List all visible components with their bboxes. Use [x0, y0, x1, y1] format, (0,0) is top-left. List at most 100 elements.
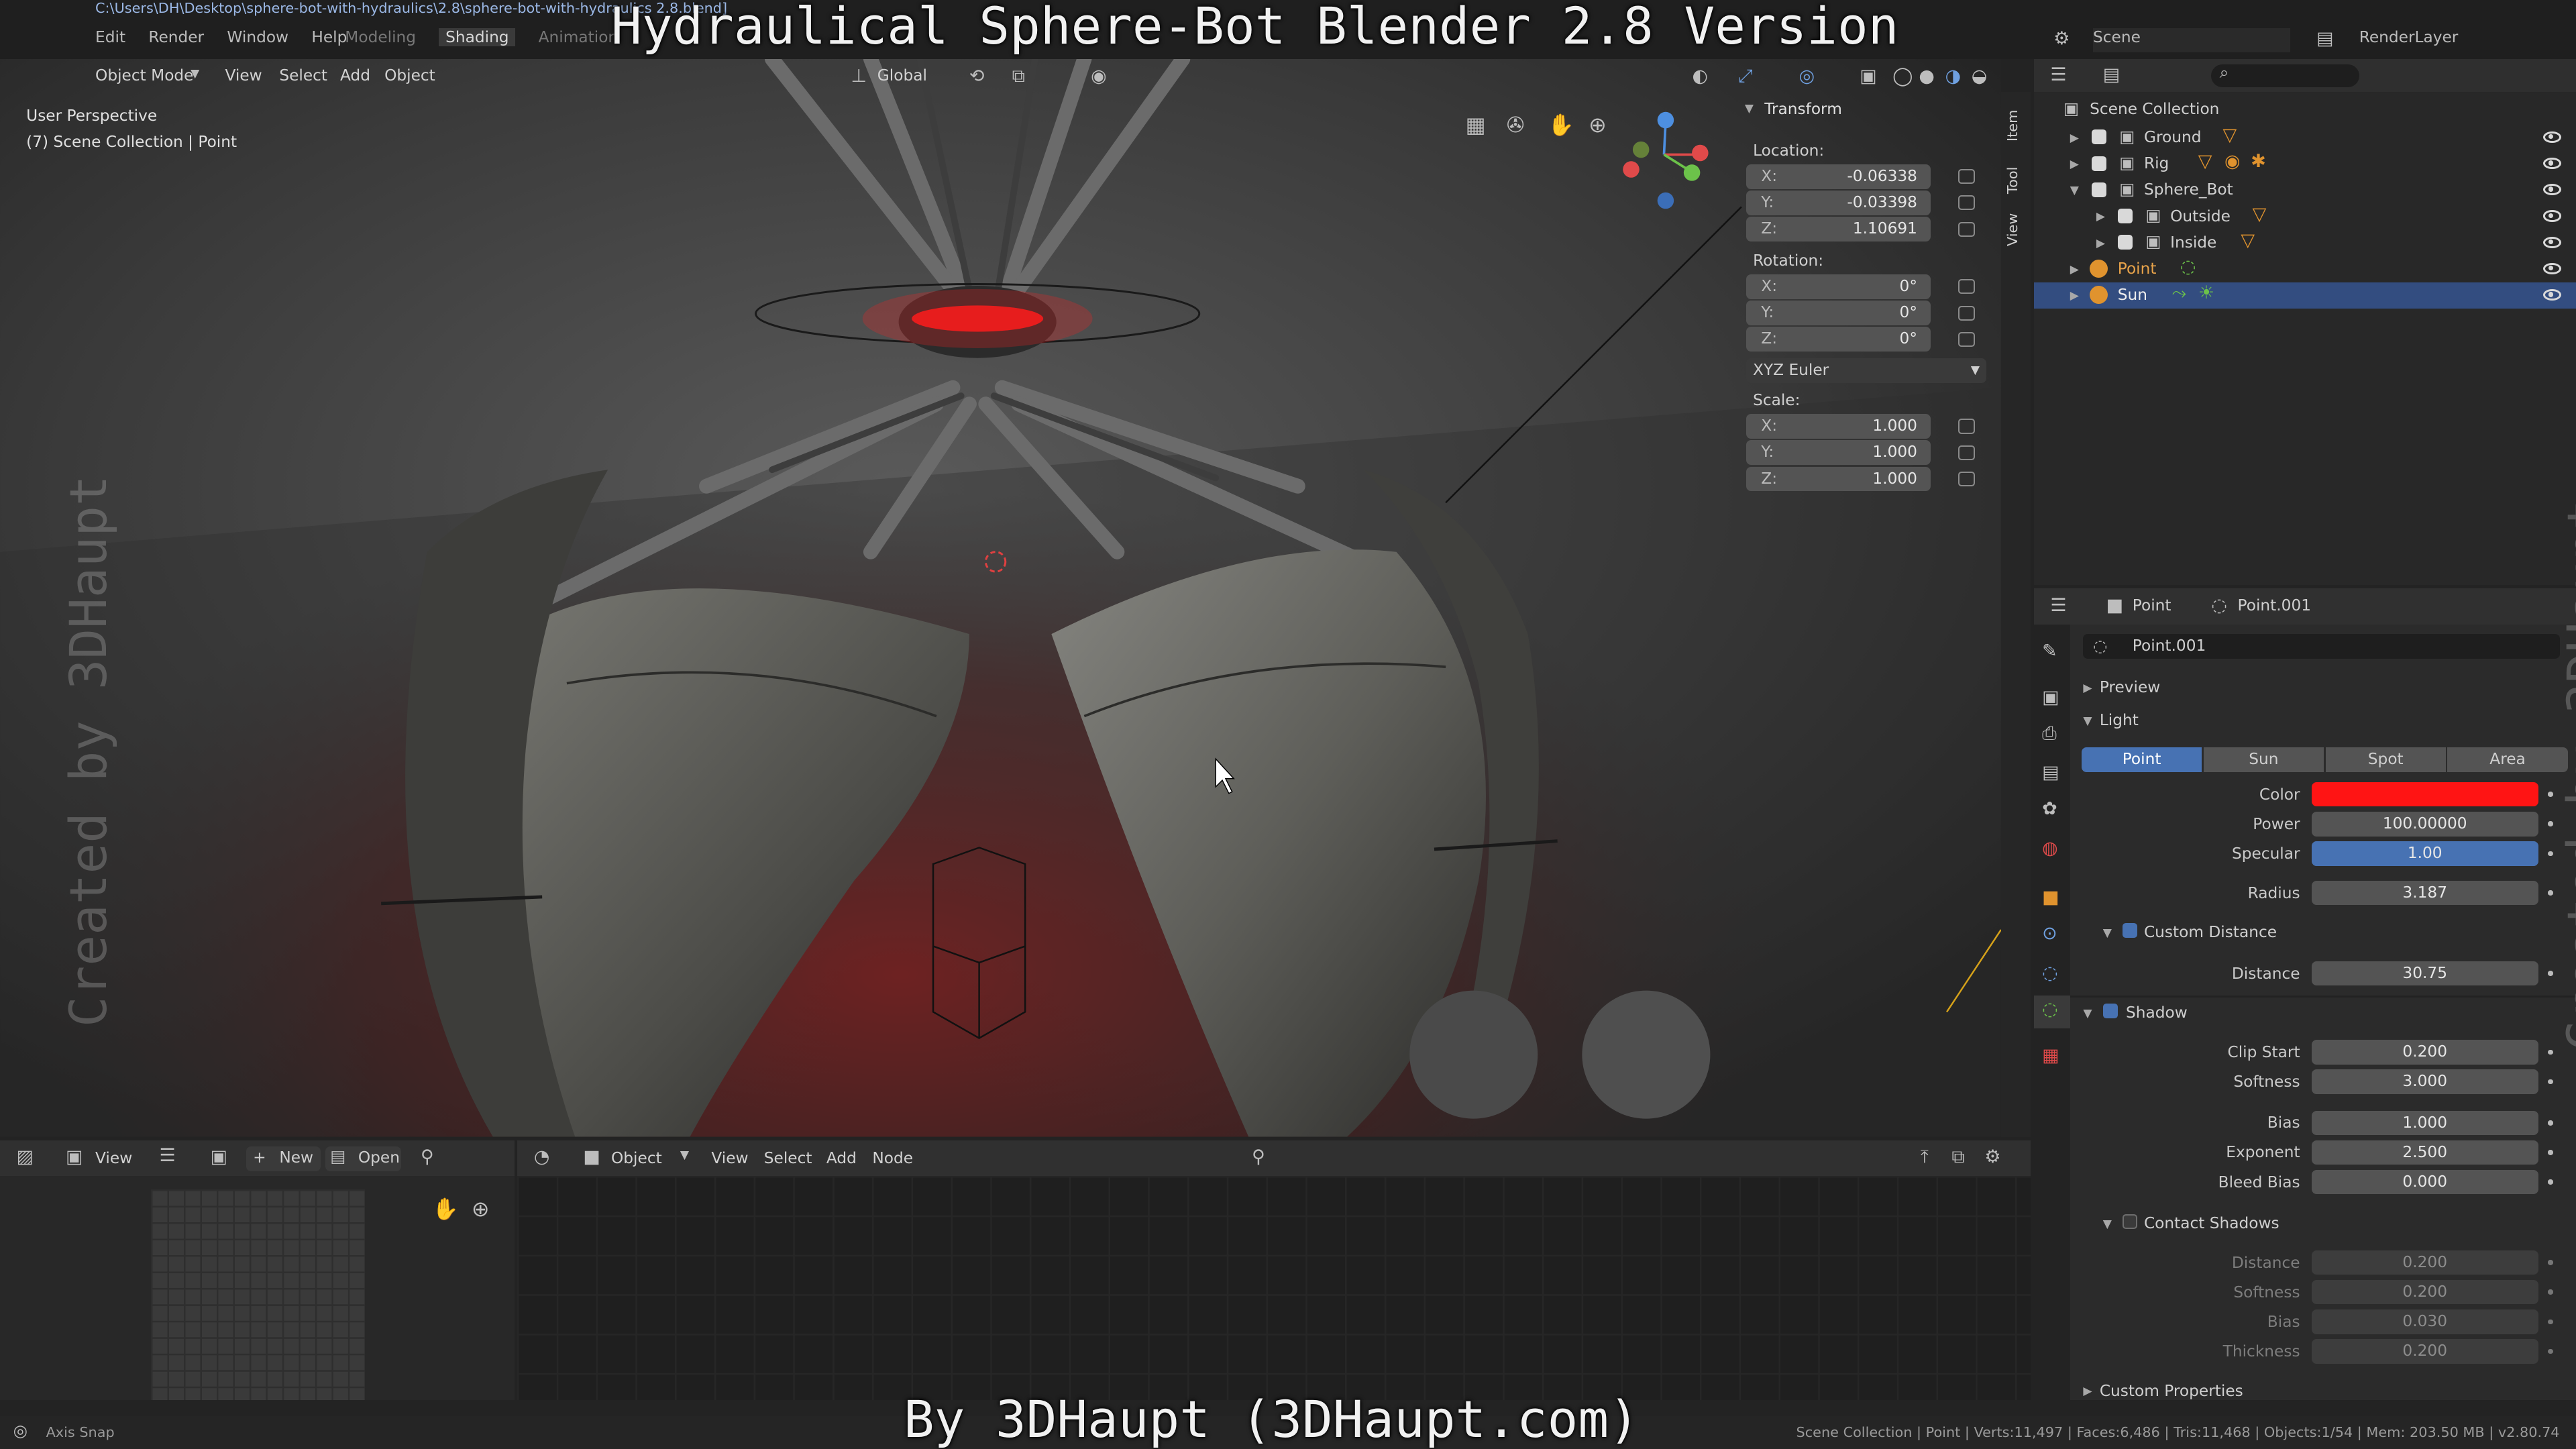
- light-data-tab-icon[interactable]: ◌: [2042, 999, 2058, 1020]
- node-menu-view[interactable]: View: [711, 1146, 748, 1171]
- specular-slider[interactable]: 1.00: [2311, 841, 2538, 866]
- tab-shading[interactable]: Shading: [439, 28, 516, 46]
- editor-type-icon[interactable]: ☰: [2050, 595, 2066, 616]
- lock-icon[interactable]: [1958, 221, 1975, 237]
- scale-z-field[interactable]: Z: 1.000: [1746, 466, 1931, 492]
- shadow-checkbox[interactable]: [2102, 1004, 2118, 1019]
- transform-header[interactable]: Transform: [1764, 100, 1842, 118]
- hand-pan-icon[interactable]: ✋: [1548, 112, 1574, 138]
- keyframe-dot[interactable]: [2548, 971, 2553, 976]
- color-swatch[interactable]: [2311, 782, 2538, 807]
- keyframe-dot[interactable]: [2548, 821, 2553, 826]
- keyframe-dot[interactable]: [2548, 851, 2553, 856]
- checkbox[interactable]: [2091, 182, 2106, 197]
- datablock-selector[interactable]: Point.001: [2083, 634, 2560, 659]
- distance-field[interactable]: 30.75: [2311, 961, 2538, 986]
- lock-icon[interactable]: [1958, 305, 1975, 321]
- view-layer-tab-icon[interactable]: ▤: [2042, 762, 2059, 783]
- viewport-menu-object[interactable]: Object: [384, 64, 435, 89]
- exponent-field[interactable]: 2.500: [2311, 1140, 2538, 1165]
- object-mode-dropdown[interactable]: Object Mode: [95, 64, 193, 89]
- display-mode-icon[interactable]: ▤: [2103, 64, 2120, 85]
- outliner-row-selected[interactable]: ▶ Sun ⤳ ☀: [2033, 282, 2576, 309]
- solid-shading-icon[interactable]: ●: [1919, 66, 1935, 87]
- outliner-row[interactable]: ▶ Point ◌: [2034, 256, 2576, 282]
- viewport-menu-add[interactable]: Add: [340, 64, 370, 89]
- output-tab-icon[interactable]: ⎙: [2042, 723, 2057, 745]
- lock-icon[interactable]: [1958, 419, 1975, 434]
- tab-view[interactable]: View: [2004, 213, 2021, 246]
- keyframe-dot[interactable]: [2548, 1260, 2553, 1265]
- pin-icon[interactable]: ⚲: [1252, 1146, 1265, 1167]
- light-type-sun[interactable]: Sun: [2203, 747, 2324, 773]
- wireframe-shading-icon[interactable]: ◯: [1892, 66, 1913, 87]
- menu-render[interactable]: Render: [148, 28, 204, 46]
- navigation-gizmo[interactable]: [1615, 105, 1713, 214]
- eye-icon[interactable]: [2543, 210, 2561, 222]
- zoom-icon[interactable]: ⊕: [1589, 112, 1607, 138]
- scene-selector[interactable]: Scene: [2093, 28, 2290, 53]
- keyframe-dot[interactable]: [2548, 1179, 2553, 1185]
- image-menu-view[interactable]: View: [95, 1146, 132, 1171]
- menu-edit[interactable]: Edit: [95, 28, 125, 46]
- visibility-icon[interactable]: ◐: [1692, 66, 1708, 87]
- tab-item[interactable]: Item: [2004, 109, 2021, 141]
- world-tab-icon[interactable]: ◍: [2042, 838, 2058, 859]
- clip-start-field[interactable]: 0.200: [2311, 1040, 2538, 1065]
- radius-field[interactable]: 3.187: [2311, 880, 2538, 906]
- scene-tab-icon[interactable]: ✿: [2042, 798, 2057, 819]
- scale-y-field[interactable]: Y: 1.000: [1746, 440, 1931, 466]
- checkbox[interactable]: [2117, 235, 2133, 250]
- keyframe-dot[interactable]: [2548, 890, 2553, 896]
- outliner-row[interactable]: ▶ ▣ Rig ▽ ◉ ✱: [2034, 151, 2576, 177]
- zoom-icon[interactable]: ⊕: [472, 1196, 490, 1222]
- viewport-menu-select[interactable]: Select: [279, 64, 327, 89]
- outliner-row[interactable]: ▶ ▣ Inside ▽: [2034, 230, 2576, 256]
- xray-icon[interactable]: ▣: [1860, 66, 1876, 87]
- node-menu-add[interactable]: Add: [826, 1146, 857, 1171]
- menu-window[interactable]: Window: [227, 28, 288, 46]
- checkbox[interactable]: [2117, 209, 2133, 224]
- eye-icon[interactable]: [2543, 131, 2561, 144]
- node-editor[interactable]: ◔ ■ Object ▼ View Select Add Node ⚲ ⤒ ⧉ …: [517, 1140, 2031, 1400]
- softness-field[interactable]: 3.000: [2311, 1069, 2538, 1095]
- cs-distance-field[interactable]: 0.200: [2311, 1250, 2538, 1275]
- image-canvas[interactable]: [151, 1189, 365, 1400]
- hand-pan-icon[interactable]: ✋: [432, 1196, 459, 1222]
- outliner-row[interactable]: ▶ ▣ Outside ▽: [2034, 204, 2576, 230]
- keyframe-dot[interactable]: [2548, 1150, 2553, 1155]
- 3d-viewport[interactable]: [0, 59, 2001, 1137]
- texture-tab-icon[interactable]: ▦: [2042, 1045, 2059, 1066]
- custom-properties-header[interactable]: Custom Properties: [2100, 1382, 2243, 1400]
- new-image-button[interactable]: + New: [246, 1146, 321, 1172]
- toggle-camera-icon[interactable]: ▦: [1466, 112, 1486, 138]
- location-x-field[interactable]: X: -0.06338: [1746, 164, 1931, 189]
- editor-type-icon[interactable]: ▨: [16, 1146, 33, 1167]
- editor-type-icon[interactable]: ☰: [2050, 64, 2066, 85]
- tab-tool[interactable]: Tool: [2004, 167, 2021, 194]
- menu-icon[interactable]: ☰: [160, 1145, 176, 1166]
- orientation-dropdown[interactable]: Global: [877, 64, 927, 89]
- pin-icon[interactable]: ⚲: [421, 1146, 434, 1167]
- outliner-search-input[interactable]: [2211, 64, 2359, 87]
- snap-icon[interactable]: ⧉: [1951, 1146, 1964, 1168]
- location-y-field[interactable]: Y: -0.03398: [1746, 191, 1931, 215]
- settings-icon[interactable]: ⚙: [1984, 1146, 2000, 1167]
- lock-icon[interactable]: [1958, 331, 1975, 347]
- rendered-shading-icon[interactable]: ◒: [1972, 66, 1988, 87]
- scene-collection-label[interactable]: Scene Collection: [2090, 100, 2219, 118]
- gizmo-toggle-icon[interactable]: ⤢: [1738, 66, 1753, 87]
- browse-image-icon[interactable]: ▣: [210, 1146, 227, 1167]
- checkbox[interactable]: [2091, 129, 2106, 145]
- light-type-spot[interactable]: Spot: [2325, 747, 2446, 773]
- lock-icon[interactable]: [1958, 195, 1975, 211]
- checkbox[interactable]: [2091, 156, 2106, 171]
- keyframe-dot[interactable]: [2548, 1289, 2553, 1295]
- keyframe-dot[interactable]: [2548, 1120, 2553, 1126]
- keyframe-dot[interactable]: [2548, 1049, 2553, 1055]
- parent-node-icon[interactable]: ⤒: [1921, 1146, 1929, 1168]
- eye-icon[interactable]: [2543, 236, 2561, 248]
- overlays-icon[interactable]: ◎: [1799, 66, 1815, 87]
- power-field[interactable]: 100.00000: [2311, 811, 2538, 837]
- viewport-menu-view[interactable]: View: [225, 64, 262, 89]
